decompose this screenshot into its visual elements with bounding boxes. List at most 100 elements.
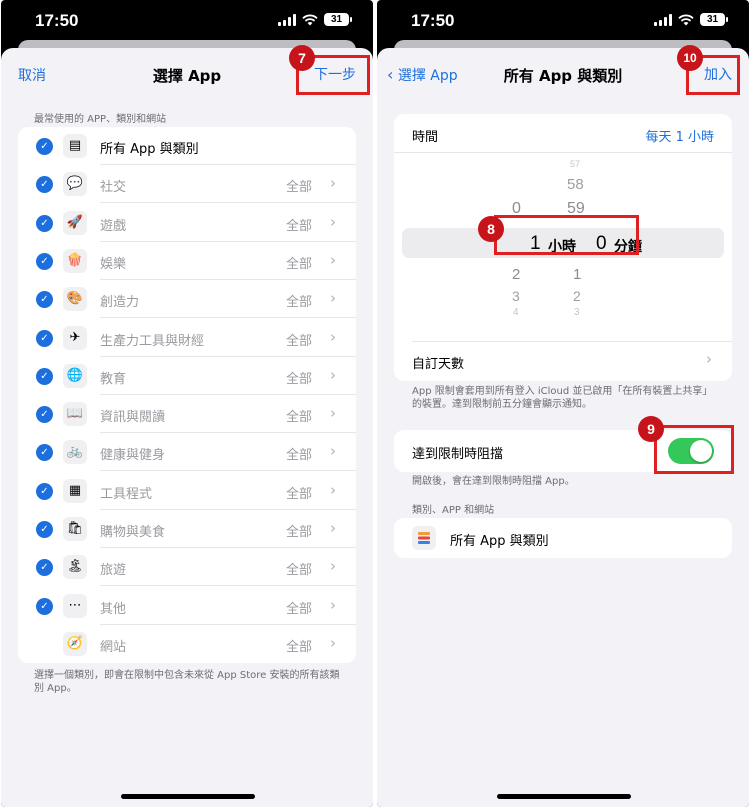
checkmark-icon[interactable]: ✓ xyxy=(36,329,53,347)
wifi-icon xyxy=(302,14,318,25)
chevron-right-icon: › xyxy=(330,595,336,614)
battery-icon: 31 xyxy=(324,13,352,26)
category-row[interactable]: ✓ ▦ 工具程式 全部 › xyxy=(18,472,356,510)
category-label: 娛樂 xyxy=(100,256,127,272)
category-label: 健康與健身 xyxy=(100,448,166,464)
ellipsis-icon: ⋯ xyxy=(63,593,87,618)
annotation-badge-10: 10 xyxy=(677,45,703,71)
checkmark-icon[interactable]: ✓ xyxy=(36,482,53,500)
category-row[interactable]: ✓ 🏝 旅遊 全部 › xyxy=(18,548,356,587)
checkmark-icon[interactable]: ✓ xyxy=(36,138,53,155)
checkmark-icon[interactable]: ✓ xyxy=(36,291,53,309)
cellular-signal-icon xyxy=(278,13,296,26)
category-label: 生產力工具與財經 xyxy=(100,333,205,349)
annotation-box-toggle xyxy=(654,425,734,474)
category-row[interactable]: ✓ 🌐 教育 全部 › xyxy=(18,357,356,395)
block-note: 開啟後，會在達到限制時阻擋 App。 xyxy=(412,476,575,487)
category-label: 社交 xyxy=(100,180,127,196)
status-time: 17:50 xyxy=(35,11,79,30)
checkmark-icon[interactable]: ✓ xyxy=(36,176,53,194)
category-value: 全部 xyxy=(285,256,312,272)
chevron-right-icon: › xyxy=(330,557,336,576)
calculator-icon: ▦ xyxy=(63,478,87,503)
block-label: 達到限制時阻擋 xyxy=(412,447,504,462)
hour-option: 4 xyxy=(513,307,519,318)
minute-option: 3 xyxy=(574,307,580,318)
checkmark-icon[interactable]: ✓ xyxy=(36,367,53,385)
chevron-right-icon: › xyxy=(330,289,336,308)
category-label: 旅遊 xyxy=(100,563,127,579)
palette-icon: 🎨 xyxy=(63,287,87,312)
chevron-right-icon: › xyxy=(330,519,336,537)
category-row[interactable]: ✓ 🛍 購物與美食 全部 › xyxy=(18,510,356,548)
category-label: 教育 xyxy=(100,371,127,387)
category-label: 其他 xyxy=(100,601,127,617)
chevron-right-icon: › xyxy=(706,350,712,368)
select-app-sheet: 取消 選擇 App 下一步 最常使用的 APP、類別和網站 ✓ ▤ 所有 App 與… xyxy=(1,48,373,807)
category-row[interactable]: ✓ 📖 資訊與閱讀 全部 › xyxy=(18,395,356,434)
category-row[interactable]: ✓ ▤ 所有 App 與類別 xyxy=(18,127,356,165)
status-icons: 31 xyxy=(654,13,728,26)
limit-note: App 限制會套用到所有登入 iCloud 並已啟用「在所有裝置上共享」的裝置。… xyxy=(412,386,713,410)
category-row[interactable]: ✓ ✈ 生產力工具與財經 全部 › xyxy=(18,319,356,357)
checkmark-icon[interactable]: ✓ xyxy=(36,406,53,424)
category-row[interactable]: ✓ 🎨 創造力 全部 › xyxy=(18,280,356,319)
chevron-right-icon: › xyxy=(330,633,336,652)
category-value: 全部 xyxy=(285,295,312,311)
annotation-badge-9: 9 xyxy=(638,416,664,442)
category-value: 全部 xyxy=(285,601,312,617)
minute-option: 2 xyxy=(573,288,581,304)
chevron-right-icon: › xyxy=(330,174,336,193)
category-card[interactable]: 所有 App 與類別 xyxy=(394,518,732,558)
chevron-right-icon: › xyxy=(330,404,336,423)
checkmark-icon[interactable]: ✓ xyxy=(36,521,53,538)
checkmark-icon[interactable]: ✓ xyxy=(36,444,53,462)
island-icon: 🏝 xyxy=(63,555,87,580)
status-bar: 17:50 31 xyxy=(1,0,373,40)
status-time: 17:50 xyxy=(411,11,455,30)
stack-icon: ▤ xyxy=(63,134,87,158)
category-row[interactable]: ✓ 🍿 娛樂 全部 › xyxy=(18,242,356,280)
category-row[interactable]: ✓ 🚲 健康與健身 全部 › xyxy=(18,433,356,472)
checkmark-icon[interactable]: ✓ xyxy=(36,252,53,270)
home-indicator xyxy=(497,794,631,799)
chevron-right-icon: › xyxy=(330,480,336,499)
status-bar: 17:50 31 xyxy=(377,0,749,40)
checkmark-icon[interactable]: ✓ xyxy=(36,597,53,615)
category-label: 所有 App 與類別 xyxy=(450,534,549,549)
category-value: 全部 xyxy=(285,563,312,579)
category-label: 資訊與閱讀 xyxy=(100,410,166,426)
rocket-icon: 🚀 xyxy=(63,210,87,235)
time-label: 時間 xyxy=(412,130,439,145)
category-row[interactable]: 🧭 網站 全部 › xyxy=(18,625,356,663)
status-icons: 31 xyxy=(278,13,352,26)
category-label: 所有 App 與類別 xyxy=(100,142,199,157)
category-row[interactable]: ✓ 🚀 遊戲 全部 › xyxy=(18,204,356,242)
globe-icon: 🌐 xyxy=(63,363,87,388)
section-header: 最常使用的 APP、類別和網站 xyxy=(34,114,167,125)
custom-days-row[interactable]: 自訂天數 › xyxy=(394,342,732,381)
footnote: 選擇一個類別，即會在限制中包含未來從 App Store 安裝的所有該類別 Ap… xyxy=(34,670,340,694)
category-label: 購物與美食 xyxy=(100,525,166,540)
paper-plane-icon: ✈ xyxy=(63,325,87,350)
category-row[interactable]: ✓ 💬 社交 全部 › xyxy=(18,165,356,204)
category-value: 全部 xyxy=(285,180,312,196)
category-row[interactable]: ✓ ⋯ 其他 全部 › xyxy=(18,587,356,625)
time-value[interactable]: 每天 1 小時 xyxy=(645,126,714,145)
category-value: 全部 xyxy=(285,410,312,426)
category-value: 全部 xyxy=(285,218,312,234)
category-value: 全部 xyxy=(285,448,312,464)
right-phone-screen: 17:50 31 ‹ 選擇 App 所有 App 與類別 加入 時間 每天 1 … xyxy=(377,0,749,807)
cellular-signal-icon xyxy=(654,13,672,26)
chevron-right-icon: › xyxy=(330,250,336,269)
section-header: 類別、APP 和網站 xyxy=(412,505,495,516)
chevron-right-icon: › xyxy=(330,365,336,384)
category-label: 工具程式 xyxy=(100,486,153,502)
chevron-right-icon: › xyxy=(330,327,336,346)
chat-bubble-icon: 💬 xyxy=(63,172,87,197)
annotation-box-picker xyxy=(494,215,639,255)
checkmark-icon[interactable]: ✓ xyxy=(36,214,53,232)
category-label: 創造力 xyxy=(100,295,140,311)
popcorn-icon: 🍿 xyxy=(63,248,87,273)
checkmark-icon[interactable]: ✓ xyxy=(36,559,53,577)
